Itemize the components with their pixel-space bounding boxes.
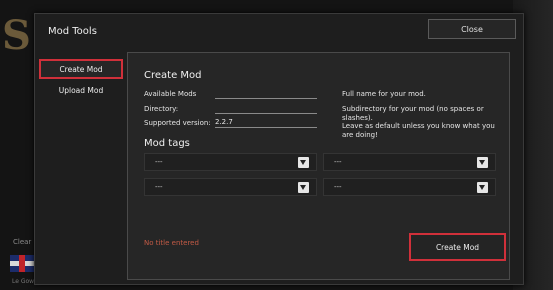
clear-label: Clear: [13, 238, 32, 246]
dropdown-value: ---: [334, 183, 342, 191]
mod-tags-title: Mod tags: [144, 138, 190, 149]
supported-version-label: Supported version:: [144, 119, 211, 127]
sidebar-item-create-mod[interactable]: Create Mod: [39, 59, 123, 79]
chevron-down-icon[interactable]: [298, 182, 309, 193]
close-button[interactable]: Close: [428, 19, 516, 39]
mod-tag-dropdown[interactable]: ---: [144, 153, 317, 171]
directory-hint: Subdirectory for your mod (no spaces or …: [342, 105, 484, 122]
mod-tag-dropdown[interactable]: ---: [323, 153, 496, 171]
mod-tag-dropdown[interactable]: ---: [144, 178, 317, 196]
dropdown-value: ---: [155, 183, 163, 191]
supported-version-input[interactable]: 2.2.7: [215, 118, 317, 128]
create-mod-button[interactable]: Create Mod: [409, 233, 506, 261]
available-mods-label: Available Mods: [144, 90, 197, 98]
mod-tag-dropdown[interactable]: ---: [323, 178, 496, 196]
chevron-down-icon[interactable]: [477, 157, 488, 168]
chevron-down-icon[interactable]: [298, 157, 309, 168]
uk-flag-icon[interactable]: [10, 255, 34, 272]
directory-label: Directory:: [144, 105, 179, 113]
dropdown-value: ---: [155, 158, 163, 166]
chevron-down-icon[interactable]: [477, 182, 488, 193]
mod-name-hint: Full name for your mod.: [342, 90, 426, 98]
mod-tools-dialog: Mod Tools Close Create Mod Upload Mod Cr…: [34, 13, 524, 285]
panel-title: Create Mod: [144, 70, 202, 81]
dropdown-value: ---: [334, 158, 342, 166]
create-mod-panel: Create Mod Available Mods Full name for …: [127, 52, 510, 280]
game-logo: S: [2, 12, 31, 59]
dialog-title: Mod Tools: [48, 26, 97, 37]
supported-version-hint: Leave as default unless you know what yo…: [342, 122, 495, 139]
mod-name-input[interactable]: [215, 89, 317, 99]
validation-error: No title entered: [144, 239, 199, 247]
directory-input[interactable]: [215, 104, 317, 114]
sidebar-item-upload-mod[interactable]: Upload Mod: [39, 80, 123, 100]
